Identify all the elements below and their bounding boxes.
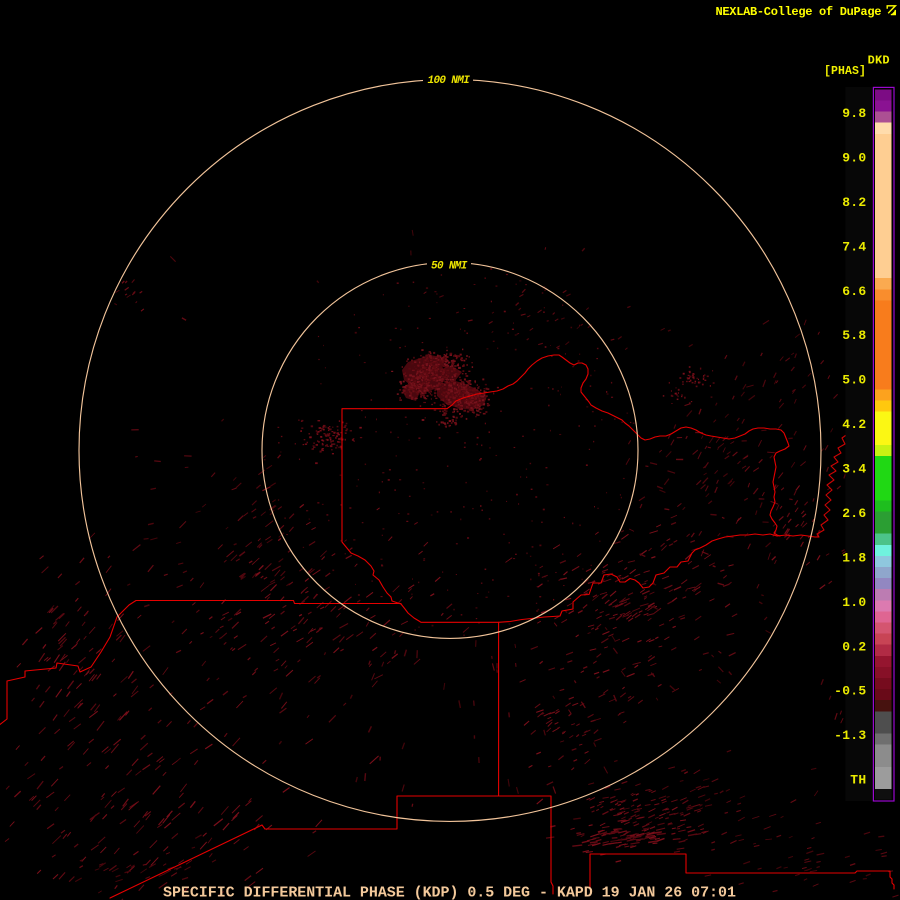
svg-text:8.2: 8.2 — [842, 195, 866, 210]
svg-text:DKD: DKD — [868, 54, 890, 68]
svg-text:[PHAS]: [PHAS] — [824, 65, 866, 78]
svg-text:5.0: 5.0 — [842, 373, 866, 388]
svg-text:-0.5: -0.5 — [834, 684, 866, 699]
svg-text:5.8: 5.8 — [842, 328, 866, 343]
svg-text:2.6: 2.6 — [842, 506, 866, 521]
svg-text:0.2: 0.2 — [842, 639, 866, 654]
svg-text:6.6: 6.6 — [842, 284, 866, 299]
svg-text:9.8: 9.8 — [842, 106, 866, 121]
svg-text:1.0: 1.0 — [842, 595, 866, 610]
svg-text:4.2: 4.2 — [842, 417, 866, 432]
svg-text:1.8: 1.8 — [842, 550, 866, 565]
svg-text:TH: TH — [850, 773, 866, 788]
svg-text:7.4: 7.4 — [842, 239, 866, 254]
svg-text:-1.3: -1.3 — [834, 728, 866, 743]
svg-text:9.0: 9.0 — [842, 150, 866, 165]
svg-text:50 NMI: 50 NMI — [431, 261, 468, 273]
svg-text:NEXLAB-College of DuPage: NEXLAB-College of DuPage — [716, 5, 882, 19]
svg-text:SPECIFIC DIFFERENTIAL PHASE (K: SPECIFIC DIFFERENTIAL PHASE (KDP) 0.5 DE… — [163, 885, 736, 900]
svg-text:100 NMI: 100 NMI — [428, 75, 471, 87]
svg-text:3.4: 3.4 — [842, 462, 866, 477]
